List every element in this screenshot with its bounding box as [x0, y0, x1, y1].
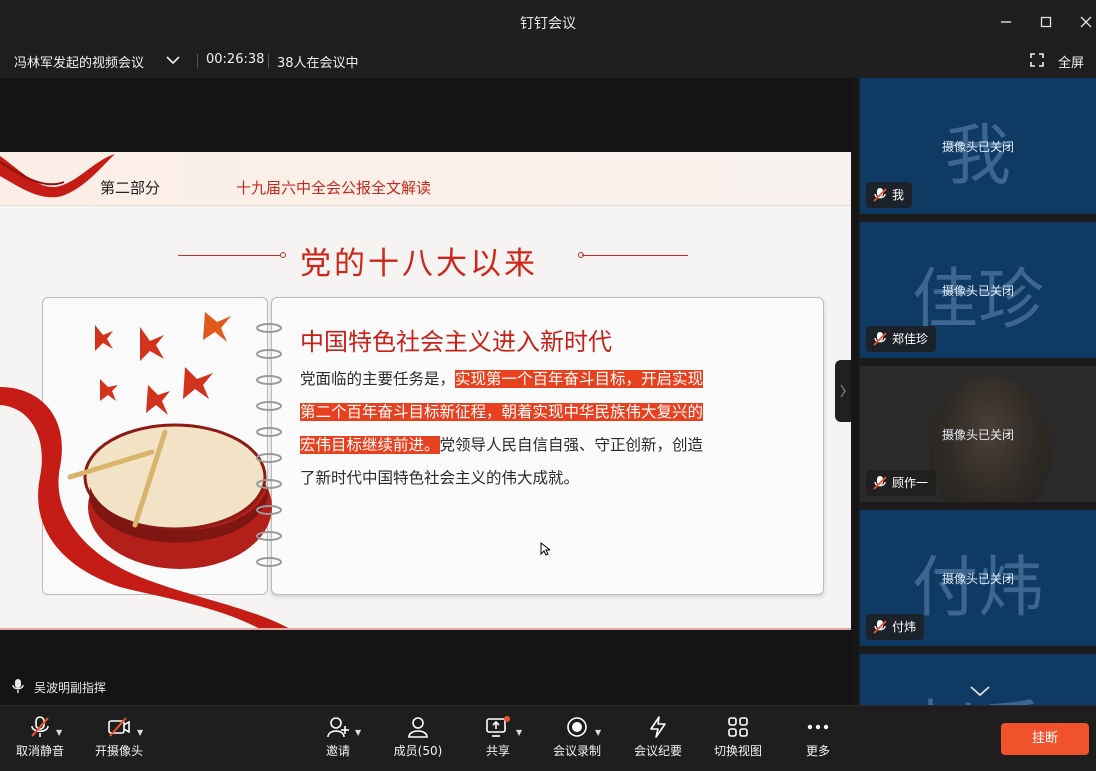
mic-muted-icon [873, 188, 887, 202]
body-intro: 党面临的主要任务是， [300, 370, 456, 388]
more-label: 更多 [805, 744, 830, 758]
slide-part-title: 十九届六中全会公报全文解读 [236, 179, 432, 197]
grid-view-icon [728, 717, 748, 737]
invite-button[interactable]: ▼ 邀请 [298, 714, 378, 766]
card-body: 党面临的主要任务是，实现第一个百年奋斗目标，开启实现 第二个百年奋斗目标新征程，… [300, 363, 780, 495]
switch-view-label: 切换视图 [713, 744, 762, 758]
card-title: 中国特色社会主义进入新时代 [300, 328, 612, 356]
add-user-icon [327, 717, 349, 738]
meeting-minutes-icon [650, 716, 666, 738]
share-button[interactable]: ▼ 共享 [458, 714, 538, 766]
mouse-cursor-icon [540, 542, 550, 556]
more-dots-icon [807, 724, 829, 730]
slide-heading: 党的十八大以来 [300, 246, 538, 282]
mic-muted-icon [31, 716, 49, 737]
divider [197, 54, 198, 68]
body-text: 党领导人民自信自强、守正创新，创造 [439, 436, 704, 454]
members-button[interactable]: 成员(50) [378, 714, 458, 766]
camera-off-label: 摄像头已关闭 [941, 572, 1014, 586]
presentation-slide: 第二部分 十九届六中全会公报全文解读 党的十八大以来 中国特色社会主义进入新时代… [0, 152, 851, 630]
chevron-down-icon[interactable]: ▼ [595, 728, 601, 737]
camera-off-label: 摄像头已关闭 [941, 428, 1014, 442]
chevron-down-icon[interactable]: ▼ [137, 728, 143, 737]
chevron-down-icon[interactable]: ▼ [355, 728, 361, 737]
switch-view-button[interactable]: 切换视图 [698, 714, 778, 766]
meeting-title[interactable]: 冯林军发起的视频会议 [14, 52, 144, 71]
heading-rule-left [178, 255, 282, 256]
collapse-sidebar-button[interactable] [835, 360, 851, 422]
mic-muted-icon [873, 332, 887, 346]
heading-dot-left [280, 252, 286, 258]
participant-tile[interactable]: 摄像头已关闭 顾作一 [860, 366, 1096, 502]
close-icon[interactable] [1072, 8, 1096, 36]
members-label: 成员(50) [393, 744, 443, 758]
slide-bottom-rule [0, 628, 851, 630]
mic-muted-icon [873, 620, 887, 634]
unmute-label: 取消静音 [15, 744, 64, 758]
meeting-window: 钉钉会议 冯林军发起的视频会议 00:26:38 38人在会议中 全屏 第二部分… [0, 0, 1096, 771]
mic-muted-icon [873, 476, 887, 490]
minimize-icon[interactable] [992, 8, 1020, 36]
record-icon [567, 717, 587, 737]
participant-count: 38人在会议中 [277, 56, 359, 71]
record-button[interactable]: ▼ 会议录制 [537, 714, 617, 766]
heading-rule-right [582, 255, 688, 256]
active-speaker-name: 吴波明副指挥 [34, 681, 107, 695]
hang-up-button[interactable]: 挂断 [1001, 723, 1089, 755]
members-icon [408, 717, 428, 738]
participant-name-tag: 郑佳珍 [866, 326, 937, 352]
participant-name: 顾作一 [892, 476, 929, 490]
divider [268, 54, 269, 68]
participant-tile[interactable]: 付炜 摄像头已关闭 付炜 [860, 510, 1096, 646]
microphone-icon [12, 679, 24, 693]
body-highlight: 第二个百年奋斗目标新征程，朝着实现中华民族伟大复兴的 [300, 403, 704, 421]
body-highlight: 宏伟目标继续前进。 [300, 436, 440, 454]
participant-tile[interactable]: 我 摄像头已关闭 我 [860, 78, 1096, 214]
camera-label: 开摄像头 [94, 744, 143, 758]
participant-name: 郑佳珍 [892, 332, 929, 346]
meeting-toolbar: ▼ 取消静音 ▼ 开摄像头 ▼ 邀请 成员(50) ▼ 共享 ▼ 会议录制 会议… [0, 705, 1096, 771]
notebook-rings [256, 323, 282, 567]
chevron-down-icon[interactable]: ▼ [56, 728, 62, 737]
window-title: 钉钉会议 [520, 16, 576, 32]
participant-name: 我 [892, 188, 905, 202]
participant-tile[interactable]: 佳珍 摄像头已关闭 郑佳珍 [860, 222, 1096, 358]
minutes-label: 会议纪要 [633, 744, 682, 758]
participant-name-tag: 我 [866, 182, 913, 208]
scroll-down-chevron-icon[interactable] [968, 684, 992, 698]
meeting-info-bar: 冯林军发起的视频会议 00:26:38 38人在会议中 全屏 [0, 44, 1096, 78]
body-highlight: 实现第一个百年奋斗目标，开启实现 [455, 370, 704, 388]
camera-off-icon [108, 717, 130, 737]
participant-name: 付炜 [892, 620, 917, 634]
invite-label: 邀请 [325, 744, 350, 758]
elapsed-time: 00:26:38 [206, 52, 265, 67]
camera-button[interactable]: ▼ 开摄像头 [79, 714, 159, 766]
fullscreen-button[interactable]: 全屏 [1058, 52, 1084, 71]
unmute-button[interactable]: ▼ 取消静音 [0, 714, 80, 766]
share-screen-icon [486, 716, 510, 737]
body-text: 了新时代中国特色社会主义的伟大成就。 [300, 469, 580, 487]
fullscreen-icon[interactable] [1030, 53, 1044, 71]
participant-sidebar[interactable]: 我 摄像头已关闭 我 佳珍 摄像头已关闭 郑佳珍 摄像头已关闭 顾作一 付炜 摄… [858, 78, 1096, 705]
more-button[interactable]: 更多 [778, 714, 858, 766]
minutes-button[interactable]: 会议纪要 [618, 714, 698, 766]
active-speaker: 吴波明副指挥 [12, 678, 106, 697]
shared-screen-area: 第二部分 十九届六中全会公报全文解读 党的十八大以来 中国特色社会主义进入新时代… [0, 78, 851, 705]
record-label: 会议录制 [552, 744, 601, 758]
slide-part-label: 第二部分 [100, 179, 161, 197]
share-label: 共享 [485, 744, 510, 758]
title-bar: 钉钉会议 [0, 0, 1096, 44]
camera-off-label: 摄像头已关闭 [941, 140, 1014, 154]
chevron-down-icon[interactable]: ▼ [516, 728, 522, 737]
chevron-down-icon[interactable] [165, 50, 181, 74]
participant-name-tag: 顾作一 [866, 470, 937, 496]
maximize-icon[interactable] [1032, 8, 1060, 36]
camera-off-label: 摄像头已关闭 [941, 284, 1014, 298]
participant-name-tag: 付炜 [866, 614, 925, 640]
